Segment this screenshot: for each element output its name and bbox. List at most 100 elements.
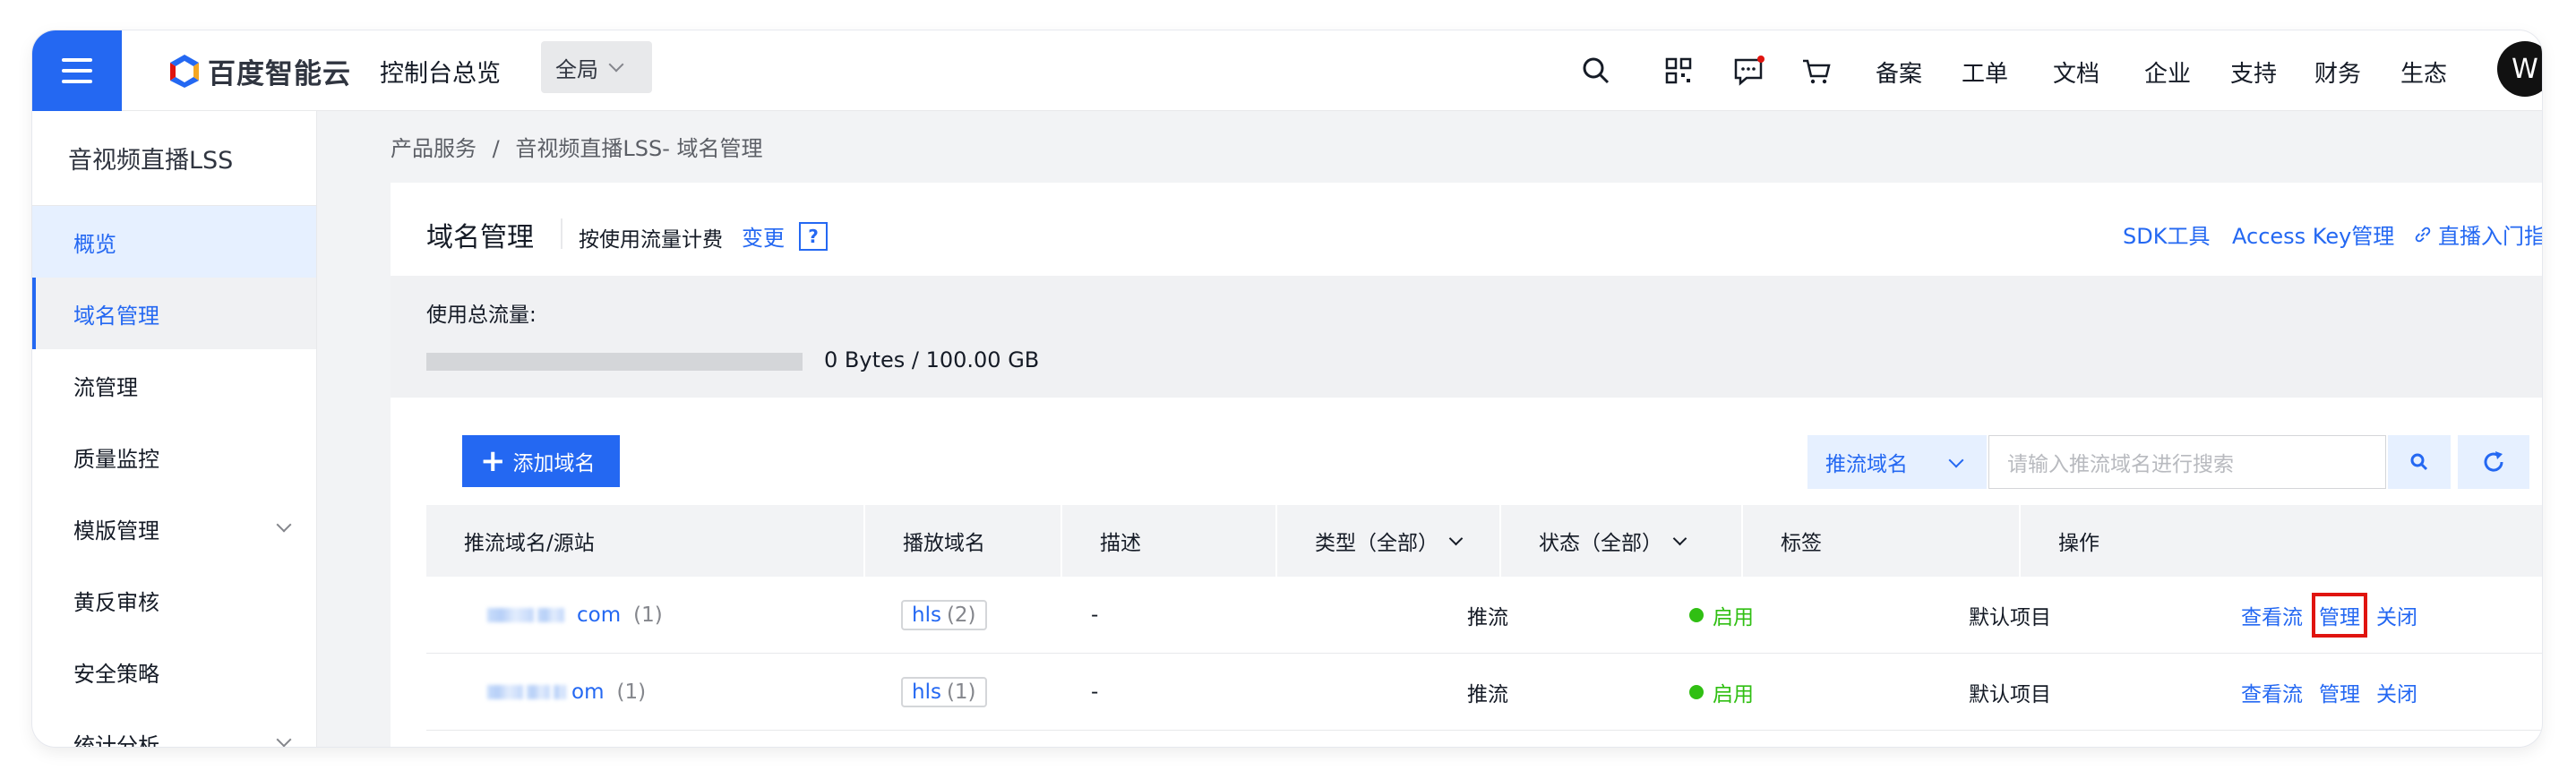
sidebar: 音视频直播LSS 概览 域名管理 流管理 质量监控 模版管理 黄反审核 安全策略… [32, 111, 317, 747]
chevron-down-icon [1672, 531, 1687, 545]
column-header-push-domain: 推流域名/源站 [426, 505, 865, 577]
title-divider [561, 218, 562, 249]
getting-started-link[interactable]: 直播入门指南 [2413, 218, 2542, 250]
close-link[interactable]: 关闭 [2376, 600, 2417, 630]
nav-finance[interactable]: 财务 [2314, 56, 2361, 89]
qrcode-icon[interactable] [1661, 53, 1696, 89]
status-cell: 启用 [1689, 654, 1754, 731]
sidebar-item-overview[interactable]: 概览 [32, 206, 316, 278]
column-header-actions: 操作 [2058, 532, 2099, 555]
scope-selector[interactable]: 全局 [541, 41, 652, 93]
redacted-text [554, 685, 566, 699]
redacted-text [527, 685, 550, 699]
domain-management-card: 域名管理 按使用流量计费 变更 ? SDK工具 Access Key管理 直播入… [391, 183, 2542, 747]
billing-mode: 按使用流量计费 [579, 228, 723, 252]
sidebar-item-template-management[interactable]: 模版管理 [32, 492, 316, 564]
help-icon[interactable]: ? [799, 222, 828, 251]
logo-mark-icon [170, 55, 199, 88]
table-row: com (1) hls (2) - 推流 启用 默认项目 查看流 管理 关闭 [426, 577, 2542, 654]
breadcrumb-separator: / [492, 136, 500, 161]
usage-panel: 使用总流量: 0 Bytes / 100.00 GB [391, 276, 2542, 398]
search-icon[interactable] [1578, 53, 1614, 89]
chevron-down-icon [608, 56, 624, 73]
search-input[interactable]: 请输入推流域名进行搜索 [1988, 435, 2386, 489]
sidebar-item-security-policy[interactable]: 安全策略 [32, 636, 316, 707]
redacted-text [487, 685, 523, 699]
actions-cell: 查看流 管理 关闭 [2241, 654, 2434, 731]
sdk-tools-link[interactable]: SDK工具 [2123, 218, 2210, 250]
baidu-cloud-logo[interactable]: 百度智能云 [167, 50, 351, 91]
card-header: 域名管理 按使用流量计费 变更 ? SDK工具 Access Key管理 直播入… [391, 183, 2542, 276]
type-cell: 推流 [1467, 683, 1508, 706]
console-overview-link[interactable]: 控制台总览 [380, 54, 501, 89]
cart-icon[interactable] [1799, 53, 1834, 89]
sidebar-item-stream-management[interactable]: 流管理 [32, 349, 316, 421]
nav-ecosystem[interactable]: 生态 [2400, 56, 2447, 89]
breadcrumb-root[interactable]: 产品服务 [391, 136, 477, 161]
table-row: om (1) hls (1) - 推流 启用 默认项目 查看流 管理 关闭 [426, 654, 2542, 731]
sidebar-item-label: 流管理 [73, 374, 138, 400]
search-button[interactable] [2388, 435, 2451, 489]
hamburger-menu-button[interactable] [32, 30, 122, 111]
manage-link[interactable]: 管理 [2319, 677, 2360, 707]
view-streams-link[interactable]: 查看流 [2241, 677, 2303, 707]
app-window: 百度智能云 控制台总览 全局 备案 工单 文档 企业 支持 财务 生态 W 音视… [32, 30, 2542, 747]
sidebar-item-label: 安全策略 [73, 661, 159, 687]
play-domain-cell: hls (2) [901, 577, 987, 654]
push-domain-count: (1) [633, 604, 663, 627]
nav-ticket[interactable]: 工单 [1962, 56, 2008, 89]
push-domain-cell[interactable]: com (1) [487, 577, 663, 654]
usage-progress-bar [426, 353, 803, 371]
logo-text: 百度智能云 [208, 57, 351, 90]
sidebar-item-statistics[interactable]: 统计分析 [32, 707, 316, 747]
top-bar: 百度智能云 控制台总览 全局 备案 工单 文档 企业 支持 财务 生态 W [32, 30, 2542, 111]
description-cell: - [1091, 681, 1099, 704]
refresh-button[interactable] [2458, 435, 2529, 489]
play-domain-count: (1) [946, 681, 976, 704]
play-domain-label: hls [912, 604, 941, 627]
column-header-status-filter[interactable]: 状态（全部） [1501, 505, 1743, 577]
play-domain-tag[interactable]: hls (2) [901, 600, 987, 630]
status-label: 启用 [1713, 683, 1754, 706]
nav-enterprise[interactable]: 企业 [2144, 56, 2191, 89]
tag-cell: 默认项目 [1969, 606, 2051, 629]
chevron-down-icon [276, 732, 292, 747]
change-billing-link[interactable]: 变更 [742, 220, 785, 252]
status-dot-icon [1689, 685, 1704, 699]
page-title: 域名管理 [426, 222, 534, 253]
add-domain-button[interactable]: + 添加域名 [462, 435, 620, 487]
column-header-type-filter[interactable]: 类型（全部） [1277, 505, 1501, 577]
sidebar-item-quality-monitoring[interactable]: 质量监控 [32, 421, 316, 492]
play-domain-tag[interactable]: hls (1) [901, 677, 987, 707]
sidebar-item-domain-management[interactable]: 域名管理 [32, 278, 316, 349]
close-link[interactable]: 关闭 [2376, 677, 2417, 707]
nav-icp-filing[interactable]: 备案 [1876, 56, 1922, 89]
column-header-tag: 标签 [1743, 505, 2021, 577]
menu-line [62, 80, 92, 83]
description-cell: - [1091, 604, 1099, 627]
access-key-link[interactable]: Access Key管理 [2232, 218, 2394, 250]
usage-value: 0 Bytes / 100.00 GB [824, 347, 1040, 372]
breadcrumb-current: 音视频直播LSS- 域名管理 [515, 136, 763, 161]
search-type-select[interactable]: 推流域名 [1807, 435, 1987, 489]
column-header-description: 描述 [1062, 505, 1277, 577]
sidebar-title: 音视频直播LSS [32, 111, 316, 206]
sidebar-item-content-review[interactable]: 黄反审核 [32, 564, 316, 636]
table-header: 推流域名/源站 播放域名 描述 类型（全部） 状态（全部） 标签 操作 [426, 505, 2542, 577]
view-streams-link[interactable]: 查看流 [2241, 600, 2303, 630]
push-domain-suffix: om [571, 681, 605, 704]
push-domain-cell[interactable]: om (1) [487, 654, 646, 731]
usage-label: 使用总流量: [426, 304, 537, 327]
add-domain-label: 添加域名 [512, 452, 596, 475]
menu-line [62, 69, 92, 73]
sidebar-item-label: 统计分析 [73, 732, 159, 748]
search-icon [2410, 453, 2428, 471]
status-dot-icon [1689, 608, 1704, 622]
redacted-text [487, 608, 534, 622]
nav-support[interactable]: 支持 [2230, 56, 2277, 89]
play-domain-label: hls [912, 681, 941, 704]
nav-docs[interactable]: 文档 [2053, 56, 2099, 89]
message-icon[interactable] [1730, 53, 1766, 89]
manage-link[interactable]: 管理 [2312, 593, 2367, 638]
user-avatar[interactable]: W [2497, 41, 2542, 97]
